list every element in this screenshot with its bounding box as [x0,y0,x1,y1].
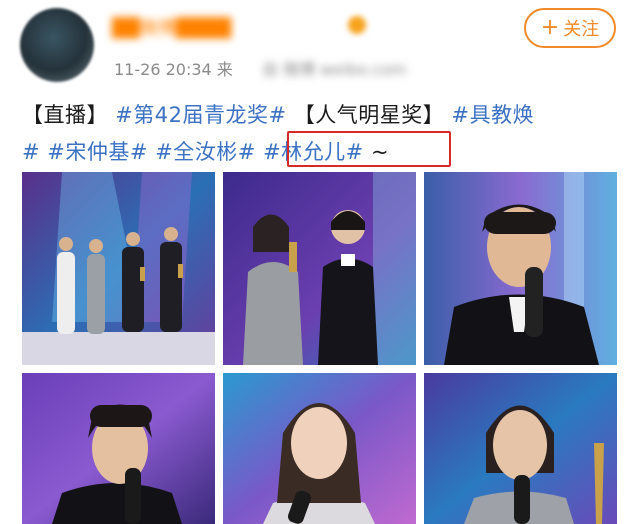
photo-jeon-yeo-been[interactable] [424,373,617,524]
hashtag-song-joong-ki[interactable]: #宋仲基# [47,140,148,164]
photo-actress-actor-trophy[interactable] [223,172,416,365]
follow-label: 关注 [563,19,600,40]
text-live: 【直播】 [22,103,108,127]
highlight-box [287,131,451,167]
follow-button[interactable]: + 关注 [524,8,616,48]
photo-actor-speech[interactable] [424,172,617,365]
post-source: 自 微博 weibo.com [262,60,407,79]
post-timestamp: 11-26 20:34 来 [114,56,233,80]
post-text-line-1: 【直播】 #第42届青龙奖# 【人气明星奖】 #具教焕 [22,99,534,129]
photo-song-joong-ki[interactable] [22,373,215,524]
vip-badge-icon [348,16,366,34]
hashtag-jeon-yeo-been[interactable]: #全汝彬# [155,140,256,164]
photo-lim-yoona[interactable] [223,373,416,524]
plus-icon: + [540,15,560,40]
username[interactable]: ██微博████ [112,14,231,39]
hashtag-blue-dragon[interactable]: #第42届青龙奖# [115,103,286,127]
user-avatar[interactable] [20,8,94,82]
timestamp: 11-26 20:34 [114,60,212,79]
source-prefix: 来 [216,60,233,79]
hashtag-koo-kyo-hwan-end[interactable]: # [22,140,40,164]
hashtag-koo-kyo-hwan[interactable]: #具教焕 [451,103,534,127]
photo-group-stage[interactable] [22,172,215,365]
text-popular-star-award: 【人气明星奖】 [293,103,445,127]
